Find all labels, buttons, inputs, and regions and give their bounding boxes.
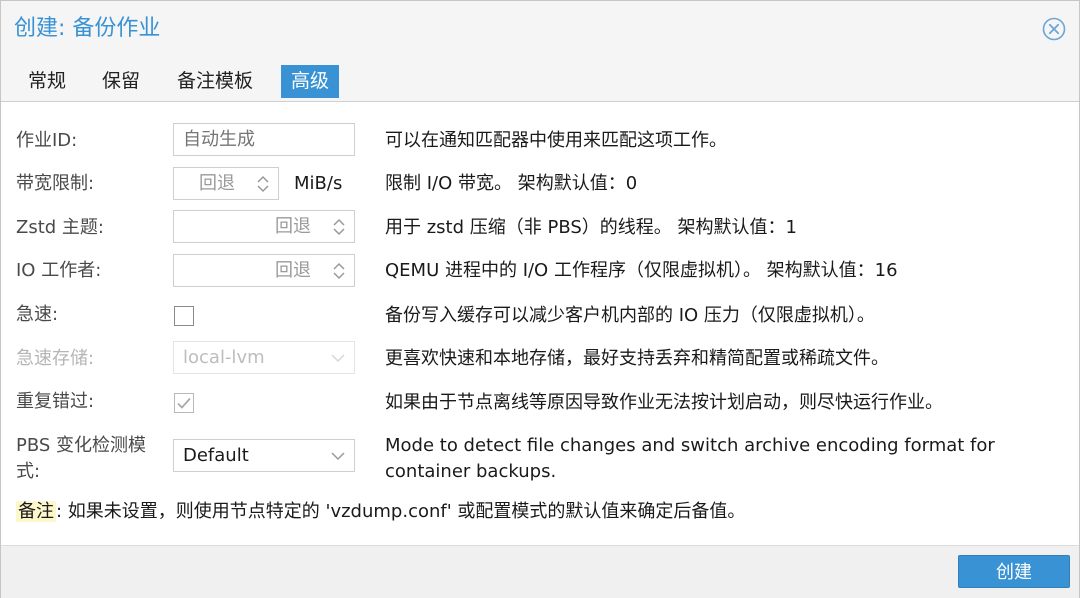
close-icon[interactable] bbox=[1042, 17, 1066, 41]
note-prefix: 备注 bbox=[16, 501, 56, 522]
fleecing-storage-label: 急速存储: bbox=[16, 348, 95, 369]
repeat-missed-label: 重复错过: bbox=[16, 391, 95, 412]
backup-job-dialog: 创建: 备份作业 常规 保留 备注模板 高级 作业ID: 可以在通知匹配器中使用… bbox=[0, 0, 1080, 598]
checkmark-icon bbox=[177, 397, 191, 409]
repeat-missed-description: 如果由于节点离线等原因导致作业无法按计划启动，则尽快运行作业。 bbox=[385, 392, 943, 413]
spinner-arrows-icon[interactable] bbox=[332, 261, 346, 281]
dialog-footer: 创建 bbox=[1, 545, 1079, 598]
bandwidth-value: 回退 bbox=[199, 173, 235, 194]
advanced-form: 作业ID: 可以在通知匹配器中使用来匹配这项工作。 带宽限制: 回退 MiB/s… bbox=[1, 101, 1079, 546]
job-id-input[interactable] bbox=[173, 123, 355, 156]
io-workers-label: IO 工作者: bbox=[16, 260, 102, 281]
fleecing-storage-select[interactable]: local-lvm bbox=[173, 341, 355, 374]
create-button[interactable]: 创建 bbox=[958, 555, 1070, 588]
bandwidth-input[interactable]: 回退 bbox=[173, 167, 279, 200]
tab-retention[interactable]: 保留 bbox=[92, 65, 150, 98]
spinner-arrows-icon[interactable] bbox=[332, 217, 346, 237]
fleecing-storage-value: local-lvm bbox=[183, 347, 265, 368]
bandwidth-unit: MiB/s bbox=[294, 173, 343, 194]
chevron-down-icon[interactable] bbox=[331, 452, 345, 461]
pbs-change-detection-description: Mode to detect file changes and switch a… bbox=[385, 435, 995, 482]
io-workers-description: QEMU 进程中的 I/O 工作程序（仅限虚拟机）。 架构默认值：16 bbox=[385, 260, 898, 281]
tab-general[interactable]: 常规 bbox=[18, 65, 76, 98]
zstd-description: 用于 zstd 压缩（非 PBS）的线程。 架构默认值：1 bbox=[385, 217, 797, 238]
bandwidth-description: 限制 I/O 带宽。 架构默认值：0 bbox=[385, 173, 638, 194]
io-workers-input[interactable]: 回退 bbox=[173, 254, 355, 287]
zstd-label: Zstd 主题: bbox=[16, 217, 104, 238]
note-body: : 如果未设置，则使用节点特定的 'vzdump.conf' 或配置模式的默认值… bbox=[56, 501, 746, 522]
fleecing-storage-description: 更喜欢快速和本地存储，最好支持丢弃和精简配置或稀疏文件。 bbox=[385, 348, 889, 369]
zstd-value: 回退 bbox=[275, 216, 311, 237]
pbs-change-detection-select[interactable]: Default bbox=[173, 439, 355, 472]
pbs-change-detection-value: Default bbox=[183, 445, 249, 466]
io-workers-value: 回退 bbox=[275, 260, 311, 281]
pbs-change-detection-label: PBS 变化检测模式: bbox=[16, 435, 147, 482]
bandwidth-label: 带宽限制: bbox=[16, 173, 95, 194]
fleecing-description: 备份写入缓存可以减少客户机内部的 IO 压力（仅限虚拟机）。 bbox=[385, 305, 875, 326]
tab-advanced[interactable]: 高级 bbox=[281, 65, 340, 98]
job-id-description: 可以在通知匹配器中使用来匹配这项工作。 bbox=[385, 130, 727, 151]
repeat-missed-checkbox[interactable] bbox=[174, 393, 194, 413]
tab-bar: 常规 保留 备注模板 高级 bbox=[1, 61, 1079, 101]
dialog-titlebar: 创建: 备份作业 bbox=[1, 1, 1079, 57]
chevron-down-icon bbox=[331, 354, 345, 363]
fleecing-checkbox[interactable] bbox=[174, 306, 194, 326]
zstd-input[interactable]: 回退 bbox=[173, 210, 355, 243]
tab-notes-template[interactable]: 备注模板 bbox=[167, 65, 263, 98]
job-id-label: 作业ID: bbox=[16, 130, 78, 151]
dialog-title: 创建: 备份作业 bbox=[14, 16, 161, 41]
note-text: 备注: 如果未设置，则使用节点特定的 'vzdump.conf' 或配置模式的默… bbox=[16, 499, 745, 525]
fleecing-label: 急速: bbox=[16, 304, 59, 325]
spinner-arrows-icon[interactable] bbox=[256, 174, 270, 194]
